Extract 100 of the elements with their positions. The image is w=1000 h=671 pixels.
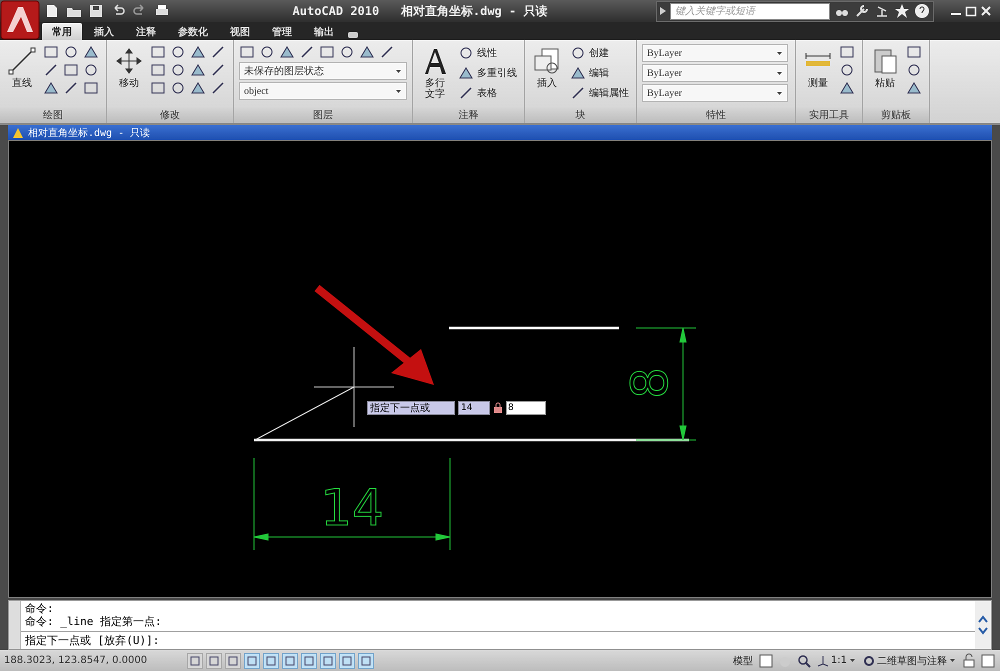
maximize-icon[interactable] — [965, 5, 977, 17]
rectangle-icon[interactable] — [150, 80, 166, 96]
triangle-icon[interactable] — [906, 80, 922, 96]
dropdown[interactable]: 未保存的图层状态 — [239, 62, 407, 80]
search-field[interactable]: 键入关键字或短语 — [670, 2, 830, 20]
rectangle-icon[interactable] — [239, 44, 255, 60]
workspace-button[interactable]: 二维草图与注释 — [861, 654, 958, 668]
caret-icon[interactable] — [395, 88, 402, 94]
ribbon-tab[interactable]: 管理 — [262, 23, 302, 40]
circle-icon[interactable] — [170, 44, 186, 60]
padlock-icon[interactable] — [961, 652, 977, 668]
triangle-icon[interactable] — [458, 65, 474, 81]
ribbon-large-button[interactable]: 多行文字 — [418, 44, 452, 102]
triangle-icon[interactable] — [190, 62, 206, 78]
status-toggle[interactable] — [282, 652, 298, 668]
rectangle-icon[interactable] — [906, 44, 922, 60]
diagonal-line-icon[interactable] — [379, 44, 395, 60]
ribbon-small-button[interactable]: 表格 — [456, 84, 519, 102]
ribbon-tab[interactable]: 输出 — [304, 23, 344, 40]
panel-title[interactable]: 绘图 — [0, 107, 106, 123]
triangle-icon[interactable] — [839, 80, 855, 96]
dynamic-input-field[interactable]: 8 — [506, 401, 546, 415]
rectangle-icon[interactable] — [63, 62, 79, 78]
triangle-icon[interactable] — [43, 80, 59, 96]
caret-icon[interactable] — [776, 90, 783, 96]
window-icon[interactable] — [980, 652, 996, 668]
zoom-icon[interactable] — [796, 652, 812, 668]
circle-icon[interactable] — [570, 45, 586, 61]
diagonal-line-icon[interactable] — [570, 85, 586, 101]
ribbon-tab[interactable]: 参数化 — [168, 23, 218, 40]
scroll-down-icon[interactable] — [978, 627, 988, 635]
move-arrows-icon[interactable] — [114, 46, 144, 76]
circle-icon[interactable] — [259, 44, 275, 60]
scroll-up-icon[interactable] — [978, 615, 988, 623]
dropdown[interactable]: ByLayer — [642, 64, 788, 82]
help-icon[interactable] — [914, 3, 930, 19]
ribbon-tab[interactable]: 注释 — [126, 23, 166, 40]
caret-icon[interactable] — [849, 657, 856, 664]
status-toggle[interactable] — [339, 652, 355, 668]
panel-title[interactable]: 剪贴板 — [863, 107, 929, 123]
new-file-icon[interactable] — [44, 3, 60, 19]
panel-title[interactable]: 注释 — [413, 107, 524, 123]
dropdown[interactable]: ByLayer — [642, 84, 788, 102]
circle-icon[interactable] — [339, 44, 355, 60]
ribbon-tab[interactable]: 视图 — [220, 23, 260, 40]
circle-icon[interactable] — [906, 62, 922, 78]
command-window-grip[interactable] — [9, 601, 21, 649]
ribbon-small-button[interactable]: 编辑 — [568, 64, 631, 82]
status-toggle[interactable] — [358, 652, 374, 668]
save-icon[interactable] — [88, 3, 104, 19]
wrench-icon[interactable] — [854, 3, 870, 19]
triangle-icon[interactable] — [190, 44, 206, 60]
dropdown[interactable]: object — [239, 82, 407, 100]
status-toggle[interactable] — [320, 652, 336, 668]
play-icon[interactable] — [660, 7, 666, 15]
status-toggle[interactable] — [301, 652, 317, 668]
dropdown[interactable]: ByLayer — [642, 44, 788, 62]
diagonal-line-icon[interactable] — [210, 44, 226, 60]
layout-icon[interactable] — [758, 652, 774, 668]
ribbon-large-button[interactable]: 插入 — [530, 44, 564, 91]
dynamic-input-value[interactable]: 14 — [458, 401, 490, 415]
status-toggle[interactable] — [244, 652, 260, 668]
panel-title[interactable]: 块 — [525, 107, 636, 123]
rectangle-icon[interactable] — [319, 44, 335, 60]
caret-icon[interactable] — [776, 70, 783, 76]
diagonal-line-icon[interactable] — [43, 62, 59, 78]
ribbon-small-button[interactable]: 线性 — [456, 44, 519, 62]
status-toggle[interactable] — [225, 652, 241, 668]
ribbon-small-button[interactable]: 多重引线 — [456, 64, 519, 82]
diagonal-line-icon[interactable] — [210, 62, 226, 78]
ribbon-tab[interactable]: 插入 — [84, 23, 124, 40]
ribbon-large-button[interactable]: 粘贴 — [868, 44, 902, 91]
star-icon[interactable] — [894, 3, 910, 19]
close-icon[interactable] — [980, 5, 992, 17]
ribbon-small-button[interactable]: 创建 — [568, 44, 631, 62]
status-toggle[interactable] — [263, 652, 279, 668]
caret-icon[interactable] — [776, 50, 783, 56]
caret-icon[interactable] — [949, 657, 956, 664]
rectangle-icon[interactable] — [150, 62, 166, 78]
triangle-icon[interactable] — [83, 44, 99, 60]
triangle-icon[interactable] — [279, 44, 295, 60]
app-logo-button[interactable] — [0, 0, 40, 40]
panel-title[interactable]: 实用工具 — [796, 107, 862, 123]
caret-icon[interactable] — [395, 68, 402, 74]
circle-icon[interactable] — [170, 62, 186, 78]
triangle-icon[interactable] — [359, 44, 375, 60]
drawing-canvas[interactable]: 14 8 指定下一点或 14 8 — [8, 140, 992, 598]
rectangle-icon[interactable] — [83, 80, 99, 96]
annotation-scale-button[interactable]: 1:1 — [814, 654, 858, 666]
toggle-panel-icon[interactable] — [346, 30, 360, 40]
panel-title[interactable]: 特性 — [637, 107, 795, 123]
command-prompt[interactable]: 指定下一点或 [放弃(U)]: — [21, 631, 975, 649]
line-tool-icon[interactable] — [7, 46, 37, 76]
circle-icon[interactable] — [63, 44, 79, 60]
ribbon-large-button[interactable]: 测量 — [801, 44, 835, 91]
status-toggle[interactable] — [206, 652, 222, 668]
rectangle-icon[interactable] — [43, 44, 59, 60]
model-button[interactable]: 模型 — [730, 654, 755, 668]
circle-icon[interactable] — [170, 80, 186, 96]
ribbon-large-button[interactable]: 直线 — [5, 44, 39, 91]
